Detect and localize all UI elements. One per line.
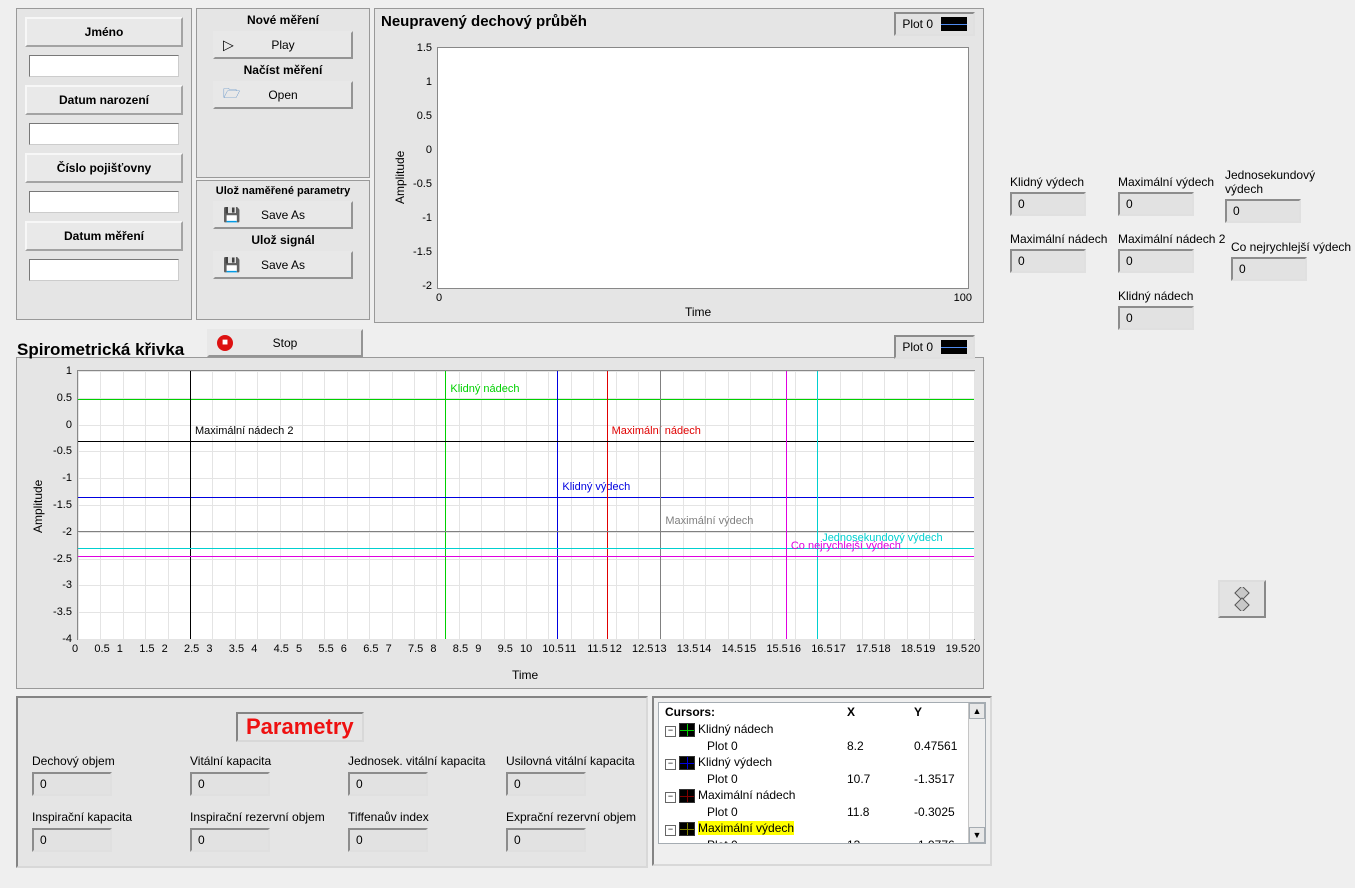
- param-label: Vitální kapacita: [190, 754, 271, 768]
- cursors-panel: Cursors: X Y −Klidný nádechPlot 08.20.47…: [652, 696, 992, 866]
- stop-button-label: Stop: [273, 336, 298, 350]
- spiro-chart-panel: Spirometrická křivka Plot 0 00.511.522.5…: [16, 357, 984, 689]
- param-value[interactable]: [506, 828, 586, 852]
- save-icon: 💾: [223, 207, 240, 224]
- param-label: Inspirační rezervní objem: [190, 810, 325, 824]
- param-value[interactable]: [32, 828, 112, 852]
- play-icon: ▷: [223, 37, 234, 54]
- save-params-button-label: Save As: [261, 208, 305, 222]
- raw-chart-area[interactable]: 1.5 1 0.5 0 -0.5 -1 -1.5 -2 0 100: [437, 47, 969, 289]
- open-button[interactable]: 🗁 Open: [213, 81, 353, 109]
- open-button-label: Open: [268, 88, 297, 102]
- measure-date-input[interactable]: [29, 259, 179, 281]
- param-value[interactable]: [506, 772, 586, 796]
- play-button[interactable]: ▷ Play: [213, 31, 353, 59]
- scroll-up-icon[interactable]: ▲: [969, 703, 985, 719]
- scrollbar[interactable]: ▲ ▼: [968, 703, 985, 843]
- readout-value[interactable]: [1010, 249, 1086, 273]
- folder-open-icon: 🗁: [223, 83, 240, 107]
- param-value[interactable]: [32, 772, 112, 796]
- load-measure-title: Načíst měření: [197, 63, 369, 77]
- raw-chart-legend-label: Plot 0: [902, 17, 933, 31]
- spiro-chart-title: Spirometrická křivka: [17, 340, 184, 360]
- param-label: Inspirační kapacita: [32, 810, 132, 824]
- new-measure-title: Nové měření: [197, 13, 369, 27]
- param-label: Dechový objem: [32, 754, 115, 768]
- raw-chart-ylabel: Amplitude: [393, 151, 407, 204]
- cursors-list[interactable]: Cursors: X Y −Klidný nádechPlot 08.20.47…: [658, 702, 986, 844]
- param-label: Jednosek. vitální kapacita: [348, 754, 485, 768]
- stop-icon: ■: [217, 335, 233, 351]
- grip-icon: [1230, 587, 1254, 611]
- readout-label: Co nejrychlejší výdech: [1231, 240, 1351, 254]
- raw-chart-legend[interactable]: Plot 0: [894, 12, 975, 36]
- scroll-down-icon[interactable]: ▼: [969, 827, 985, 843]
- name-input[interactable]: [29, 55, 179, 77]
- params-title: Parametry: [236, 712, 364, 742]
- cursors-col-x: X: [841, 703, 908, 721]
- readout-label: Maximální nádech 2: [1118, 232, 1225, 246]
- param-value[interactable]: [348, 772, 428, 796]
- spiro-chart-xlabel: Time: [512, 668, 538, 682]
- readout-value[interactable]: [1231, 257, 1307, 281]
- readout-label: Klidný nádech: [1118, 289, 1194, 303]
- line-swatch-icon: [941, 340, 967, 354]
- spiro-chart-area[interactable]: 00.511.522.533.544.555.566.577.588.599.5…: [77, 370, 975, 640]
- param-label: Usilovná vitální kapacita: [506, 754, 635, 768]
- spiro-chart-legend-label: Plot 0: [902, 340, 933, 354]
- raw-chart-title: Neupravený dechový průběh: [381, 13, 587, 30]
- dob-input[interactable]: [29, 123, 179, 145]
- readout-label: Jednosekundový výdech: [1225, 168, 1355, 196]
- raw-chart-xlabel: Time: [685, 305, 711, 319]
- spiro-chart-legend[interactable]: Plot 0: [894, 335, 975, 359]
- readout-value[interactable]: [1118, 192, 1194, 216]
- save-icon: 💾: [223, 257, 240, 274]
- resize-grip-button[interactable]: [1218, 580, 1266, 618]
- save-signal-title: Ulož signál: [197, 233, 369, 247]
- patient-panel: Jméno Datum narození Číslo pojišťovny Da…: [16, 8, 192, 320]
- play-button-label: Play: [271, 38, 294, 52]
- cursors-header: Cursors:: [659, 703, 841, 721]
- readout-label: Klidný výdech: [1010, 175, 1086, 189]
- line-swatch-icon: [941, 17, 967, 31]
- insurance-input[interactable]: [29, 191, 179, 213]
- param-label: Exprační rezervní objem: [506, 810, 636, 824]
- param-label: Tiffenaův index: [348, 810, 429, 824]
- readout-value[interactable]: [1225, 199, 1301, 223]
- dob-label: Datum narození: [29, 89, 179, 111]
- save-params-button[interactable]: 💾 Save As: [213, 201, 353, 229]
- readout-value[interactable]: [1118, 306, 1194, 330]
- raw-chart-panel: Neupravený dechový průběh Plot 0 1.5 1 0…: [374, 8, 984, 323]
- params-panel: Parametry Dechový objem Vitální kapacita…: [16, 696, 648, 868]
- readout-value[interactable]: [1118, 249, 1194, 273]
- readout-label: Maximální nádech: [1010, 232, 1107, 246]
- param-value[interactable]: [190, 772, 270, 796]
- spiro-chart-ylabel: Amplitude: [31, 480, 45, 533]
- insurance-label: Číslo pojišťovny: [29, 157, 179, 179]
- readout-label: Maximální výdech: [1118, 175, 1214, 189]
- actions-panel-1: Nové měření ▷ Play Načíst měření 🗁 Open: [196, 8, 370, 178]
- save-params-title: Ulož naměřené parametry: [197, 185, 369, 197]
- measure-date-label: Datum měření: [29, 225, 179, 247]
- param-value[interactable]: [348, 828, 428, 852]
- readout-value[interactable]: [1010, 192, 1086, 216]
- save-signal-button-label: Save As: [261, 258, 305, 272]
- param-value[interactable]: [190, 828, 270, 852]
- save-signal-button[interactable]: 💾 Save As: [213, 251, 353, 279]
- actions-panel-2: Ulož naměřené parametry 💾 Save As Ulož s…: [196, 180, 370, 320]
- name-label: Jméno: [29, 21, 179, 43]
- stop-button[interactable]: ■ Stop: [207, 329, 363, 357]
